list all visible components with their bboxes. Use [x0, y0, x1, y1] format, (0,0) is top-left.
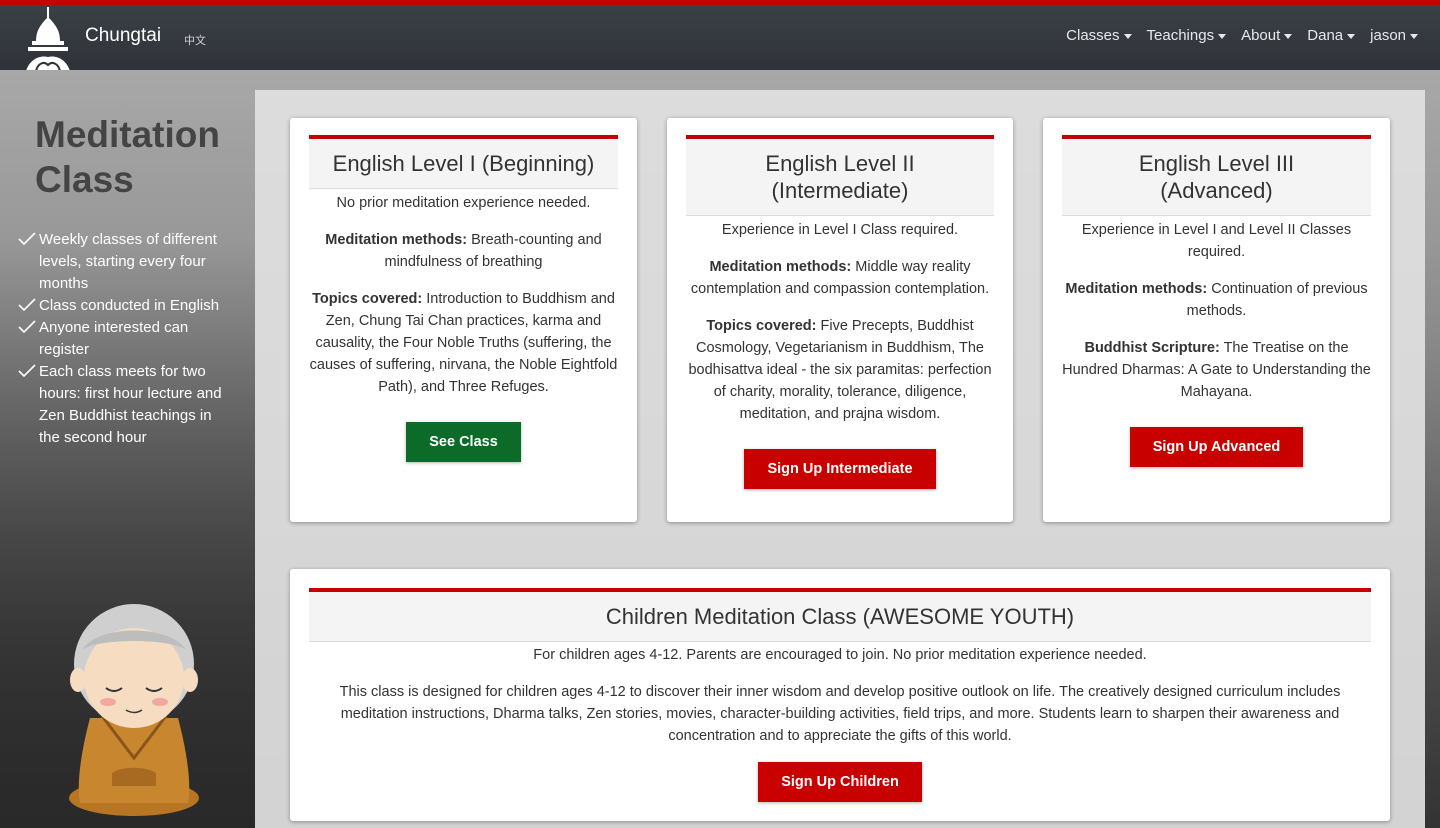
feature-text: Class conducted in English	[39, 297, 220, 314]
level1-card: English Level I (Beginning) No prior med…	[290, 118, 637, 522]
description-text: This class is designed for children ages…	[339, 684, 1341, 744]
chevron-down-icon	[1218, 34, 1227, 39]
nav-classes-label: Classes	[1066, 27, 1120, 44]
card-body: For children ages 4-12. Parents are enco…	[309, 644, 1371, 802]
children-card: Children Meditation Class (AWESOME YOUTH…	[290, 569, 1390, 821]
navbar: Chungtai 中文 Classes Teachings About Dana…	[0, 5, 1440, 71]
chevron-down-icon	[1410, 34, 1418, 39]
feature-item: Each class meets for two hours: first ho…	[18, 361, 233, 449]
methods-label: Meditation methods:	[325, 232, 468, 248]
feature-text: Anyone interested can register	[39, 319, 189, 358]
nav-dana-dropdown[interactable]: Dana	[1307, 27, 1356, 44]
topics-label: Topics covered:	[312, 291, 423, 307]
card-body: Experience in Level I Class required. Me…	[686, 219, 994, 489]
class-features-list: Weekly classes of different levels, star…	[18, 229, 233, 449]
nav-menu: Classes Teachings About Dana jason	[1066, 27, 1418, 44]
nav-about-dropdown[interactable]: About	[1241, 27, 1293, 44]
card-title: English Level II (Intermediate)	[686, 139, 994, 216]
nav-classes-dropdown[interactable]: Classes	[1066, 27, 1132, 44]
topics-text: Topics covered: Five Precepts, Buddhist …	[686, 315, 994, 425]
card-body: No prior meditation experience needed. M…	[309, 192, 618, 462]
page-title: Meditation Class	[35, 114, 220, 200]
nav-about-label: About	[1241, 27, 1281, 44]
scripture-text: Buddhist Scripture: The Treatise on the …	[1062, 337, 1371, 403]
card-body: Experience in Level I and Level II Class…	[1062, 219, 1371, 467]
chevron-down-icon	[1347, 34, 1356, 39]
checkmark-icon	[18, 298, 36, 312]
nav-teachings-dropdown[interactable]: Teachings	[1147, 27, 1227, 44]
checkmark-icon	[18, 320, 36, 334]
checkmark-icon	[18, 364, 36, 378]
requirement-text: For children ages 4-12. Parents are enco…	[533, 647, 1147, 663]
meditating-monk-illustration	[69, 604, 199, 816]
scripture-label: Buddhist Scripture:	[1084, 340, 1220, 356]
language-switch-link[interactable]: 中文	[184, 32, 206, 48]
methods-text: Meditation methods: Middle way reality c…	[686, 256, 994, 300]
level2-card: English Level II (Intermediate) Experien…	[667, 118, 1013, 522]
sign-up-intermediate-button[interactable]: Sign Up Intermediate	[744, 449, 936, 489]
sign-up-advanced-button[interactable]: Sign Up Advanced	[1129, 427, 1304, 467]
card-title: Children Meditation Class (AWESOME YOUTH…	[309, 592, 1371, 642]
nav-user-dropdown[interactable]: jason	[1370, 27, 1418, 44]
requirement-text: Experience in Level I and Level II Class…	[1081, 222, 1352, 260]
requirement-text: Experience in Level I Class required.	[721, 222, 959, 238]
nav-dana-label: Dana	[1307, 27, 1344, 44]
sign-up-children-button[interactable]: Sign Up Children	[758, 762, 922, 802]
level3-card: English Level III (Advanced) Experience …	[1043, 118, 1390, 522]
methods-text: Meditation methods: Breath-counting and …	[309, 229, 618, 273]
checkmark-icon	[18, 232, 36, 246]
topics-label: Topics covered:	[706, 318, 817, 334]
feature-item: Anyone interested can register	[18, 317, 233, 361]
chevron-down-icon	[1123, 34, 1132, 39]
feature-text: Each class meets for two hours: first ho…	[39, 363, 222, 446]
chevron-down-icon	[1284, 34, 1293, 39]
card-title: English Level I (Beginning)	[309, 139, 618, 189]
topics-text: Topics covered: Introduction to Buddhism…	[309, 288, 618, 398]
nav-teachings-label: Teachings	[1146, 27, 1215, 44]
feature-item: Weekly classes of different levels, star…	[18, 229, 233, 295]
card-title: English Level III (Advanced)	[1062, 139, 1371, 216]
see-class-button[interactable]: See Class	[406, 422, 521, 462]
feature-item: Class conducted in English	[18, 295, 233, 317]
temple-logo-icon[interactable]	[22, 7, 74, 71]
methods-label: Meditation methods:	[1065, 281, 1208, 297]
brand-name[interactable]: Chungtai	[85, 25, 161, 47]
methods-text: Meditation methods: Continuation of prev…	[1062, 278, 1371, 322]
methods-label: Meditation methods:	[709, 259, 852, 275]
feature-text: Weekly classes of different levels, star…	[39, 231, 217, 292]
nav-user-label: jason	[1370, 27, 1406, 44]
requirement-text: No prior meditation experience needed.	[336, 195, 591, 211]
methods-value: Continuation of previous methods.	[1186, 281, 1368, 319]
